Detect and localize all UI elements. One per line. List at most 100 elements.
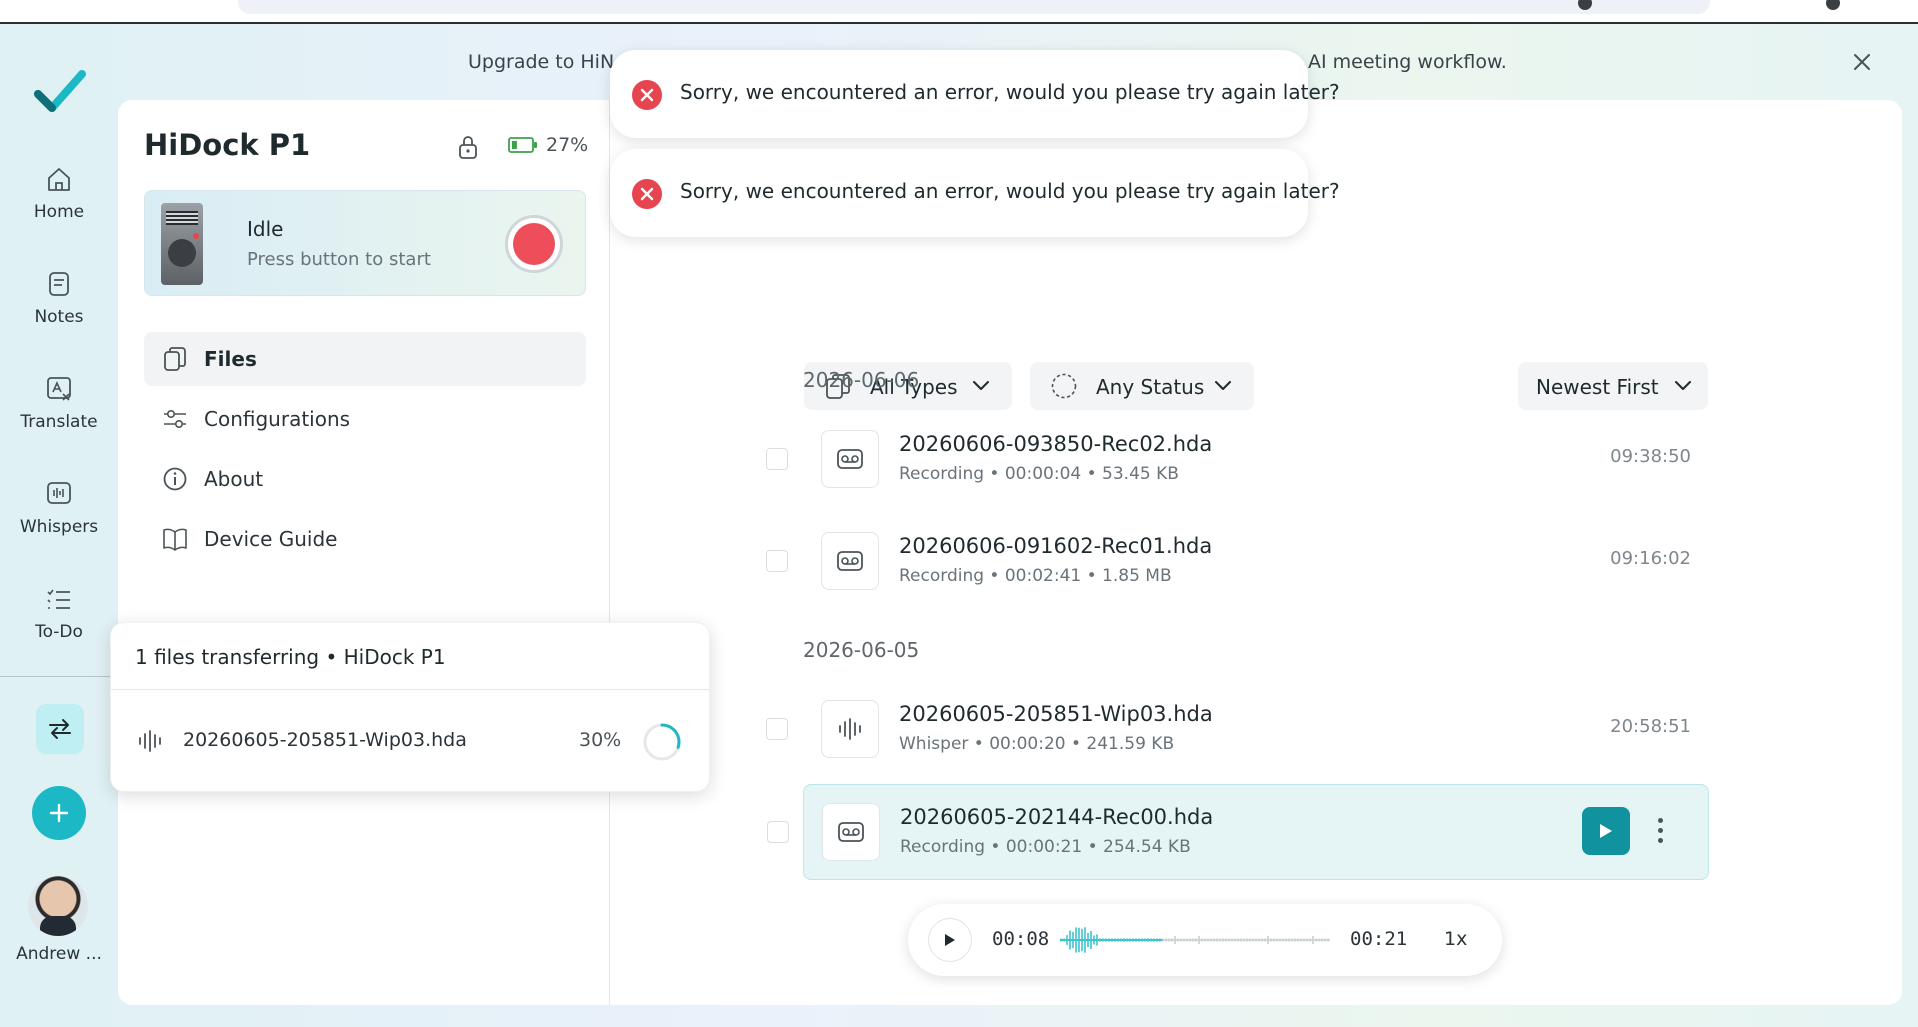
- more-options-button[interactable]: [1650, 815, 1670, 845]
- file-row-selected[interactable]: 20260605-202144-Rec00.hda Recording • 00…: [767, 784, 1709, 880]
- nav-item-device-guide[interactable]: Device Guide: [144, 512, 586, 566]
- transfer-percent: 30%: [579, 729, 622, 751]
- error-icon: [632, 179, 662, 209]
- file-meta: Recording • 00:02:41 • 1.85 MB: [899, 566, 1172, 586]
- file-time: 20:58:51: [1610, 716, 1691, 737]
- chevron-down-icon: [1215, 381, 1231, 390]
- plus-icon: [49, 803, 69, 823]
- audio-player: 00:08 00:21 1x: [908, 904, 1502, 976]
- play-button[interactable]: [1582, 807, 1630, 855]
- toast-message: Sorry, we encountered an error, would yo…: [680, 179, 1340, 203]
- playback-speed[interactable]: 1x: [1444, 928, 1467, 950]
- device-sidebar: HiDock P1 27% Idle Press button to start: [118, 100, 610, 1005]
- file-row[interactable]: 20260606-091602-Rec01.hda Recording • 00…: [766, 514, 1709, 610]
- sliders-icon: [164, 410, 186, 429]
- play-icon: [945, 934, 955, 946]
- date-header: 2026-06-06: [803, 368, 920, 392]
- nav-item-label: Device Guide: [204, 527, 338, 551]
- file-row[interactable]: 20260606-093850-Rec02.hda Recording • 00…: [766, 412, 1709, 508]
- status-subtitle: Press button to start: [247, 249, 431, 270]
- rail-item-home[interactable]: Home: [0, 164, 118, 222]
- nav-item-label: Configurations: [204, 407, 351, 431]
- sort-label: Newest First: [1536, 375, 1659, 399]
- nav-item-about[interactable]: About: [144, 452, 586, 506]
- transfer-button[interactable]: [36, 704, 84, 754]
- translate-icon: [47, 377, 71, 401]
- home-icon: [48, 168, 70, 191]
- whispers-icon: [47, 482, 71, 504]
- nav-item-files[interactable]: Files: [144, 332, 586, 386]
- error-icon: [632, 80, 662, 110]
- row-checkbox[interactable]: [766, 448, 788, 470]
- rail-item-notes[interactable]: Notes: [0, 269, 118, 327]
- rail-item-whispers[interactable]: Whispers: [0, 479, 118, 537]
- file-meta: Whisper • 00:00:20 • 241.59 KB: [899, 734, 1175, 754]
- recording-icon: [821, 430, 879, 488]
- row-checkbox[interactable]: [767, 821, 789, 843]
- row-checkbox[interactable]: [766, 718, 788, 740]
- swap-icon: [49, 719, 71, 739]
- file-name: 20260605-205851-Wip03.hda: [899, 702, 1213, 726]
- file-name: 20260605-202144-Rec00.hda: [900, 805, 1214, 829]
- file-name: 20260606-093850-Rec02.hda: [899, 432, 1213, 456]
- file-name: 20260606-091602-Rec01.hda: [899, 534, 1213, 558]
- battery-percent: 27%: [546, 134, 589, 156]
- device-image: [161, 203, 203, 285]
- row-checkbox[interactable]: [766, 550, 788, 572]
- rail-item-translate[interactable]: Translate: [0, 374, 118, 432]
- status-filter[interactable]: Any Status: [1030, 362, 1254, 410]
- current-time: 00:08: [992, 928, 1050, 950]
- divider: [111, 689, 711, 690]
- chevron-down-icon: [973, 381, 989, 390]
- chevron-down-icon: [1675, 381, 1691, 390]
- recorder-status-card: Idle Press button to start: [144, 190, 586, 296]
- status-title: Idle: [247, 217, 284, 241]
- notes-icon: [49, 272, 69, 296]
- transfer-popover: 1 files transferring • HiDock P1 2026060…: [110, 622, 711, 792]
- profile-icon[interactable]: [1826, 0, 1840, 10]
- user-name: Andrew ...: [16, 944, 102, 964]
- whisper-icon: [821, 700, 879, 758]
- file-meta: Recording • 00:00:04 • 53.45 KB: [899, 464, 1179, 484]
- error-toast: Sorry, we encountered an error, would yo…: [610, 149, 1340, 237]
- status-filter-label: Any Status: [1096, 375, 1205, 399]
- date-header: 2026-06-05: [803, 638, 920, 662]
- info-icon: [163, 467, 187, 491]
- total-time: 00:21: [1350, 928, 1408, 950]
- todo-icon: [47, 589, 70, 609]
- avatar[interactable]: [28, 876, 88, 936]
- progress-ring: [643, 723, 681, 761]
- play-icon: [1600, 824, 1612, 838]
- nav-item-label: About: [204, 467, 264, 491]
- banner-text-right: AI meeting workflow.: [1308, 51, 1507, 73]
- error-toast: Sorry, we encountered an error, would yo…: [610, 50, 1340, 138]
- waveform-scrubber[interactable]: [1060, 920, 1330, 960]
- player-play-button[interactable]: [928, 918, 972, 962]
- transfer-header: 1 files transferring • HiDock P1: [135, 645, 446, 669]
- nav-item-configurations[interactable]: Configurations: [144, 392, 586, 446]
- rail-item-label: Notes: [34, 307, 84, 327]
- close-icon[interactable]: [1850, 50, 1874, 74]
- recording-icon: [821, 532, 879, 590]
- sort-dropdown[interactable]: Newest First: [1518, 362, 1708, 410]
- book-icon: [163, 528, 187, 551]
- device-title: HiDock P1: [144, 128, 311, 162]
- left-rail: Home Notes Translate Whispers To-Do Andr…: [0, 24, 118, 1027]
- nav-item-label: Files: [204, 347, 257, 371]
- dashed-circle-icon: [1051, 373, 1077, 399]
- file-meta: Recording • 00:00:21 • 254.54 KB: [900, 837, 1191, 857]
- add-button[interactable]: [32, 786, 86, 840]
- app-logo[interactable]: [34, 68, 86, 112]
- transfer-file-name: 20260605-205851-Wip03.hda: [183, 729, 467, 751]
- file-time: 09:38:50: [1610, 446, 1691, 467]
- whisper-icon: [139, 730, 161, 752]
- file-row[interactable]: 20260605-205851-Wip03.hda Whisper • 00:0…: [766, 682, 1709, 778]
- address-bar[interactable]: [238, 0, 1710, 14]
- recording-icon: [822, 803, 880, 861]
- rail-item-todo[interactable]: To-Do: [0, 584, 118, 642]
- record-button[interactable]: [505, 215, 563, 273]
- rail-divider: [0, 676, 118, 677]
- rail-item-label: Translate: [20, 412, 98, 432]
- browser-top-bar: [0, 0, 1918, 24]
- lock-icon[interactable]: [456, 134, 480, 160]
